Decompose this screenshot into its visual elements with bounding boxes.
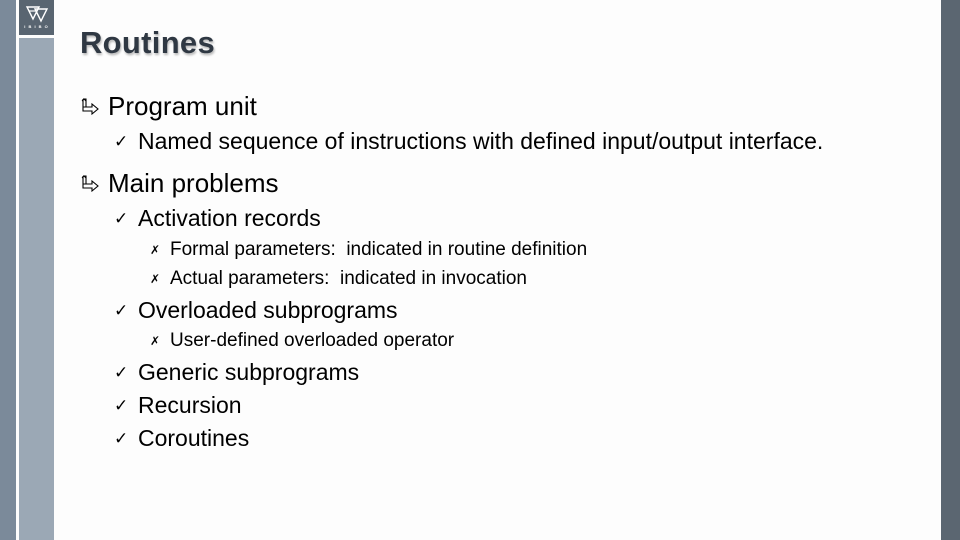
bullet-level2: ✓ Activation records — [114, 205, 321, 232]
bullet-text: Formal parameters: indicated in routine … — [170, 239, 588, 260]
left-decorative-bar — [0, 0, 16, 540]
bullet-text: Overloaded subprograms — [138, 297, 398, 323]
sidebar-decorative-bar — [19, 38, 54, 540]
right-decorative-bar — [941, 0, 960, 540]
bullet-level3: ✗ Formal parameters: indicated in routin… — [150, 239, 587, 261]
check-icon: ✓ — [114, 395, 129, 415]
hook-arrow-icon — [80, 96, 102, 118]
bullet-level2: ✓ Recursion — [114, 392, 242, 419]
cross-icon: ✗ — [150, 272, 161, 286]
bullet-text: Generic subprograms — [138, 359, 360, 385]
bullet-level1: Main problems — [80, 168, 279, 199]
bullet-text: Actual parameters: indicated in invocati… — [170, 268, 527, 289]
bullet-level3: ✗ User-defined overloaded operator — [150, 330, 454, 352]
hook-arrow-icon — [80, 173, 102, 195]
check-icon: ✓ — [114, 208, 129, 228]
check-icon: ✓ — [114, 300, 129, 320]
slide-title: Routines — [80, 25, 216, 60]
bullet-level1: Program unit — [80, 91, 257, 122]
logo: I B I B O — [19, 0, 54, 35]
bullet-text: Recursion — [138, 392, 242, 418]
bullet-text: Activation records — [138, 205, 321, 231]
cross-icon: ✗ — [150, 243, 161, 257]
bullet-level3: ✗ Actual parameters: indicated in invoca… — [150, 268, 527, 290]
bullet-level2: ✓ Generic subprograms — [114, 359, 359, 386]
bullet-level2: ✓ Overloaded subprograms — [114, 297, 398, 324]
bullet-level2: ✓ Coroutines — [114, 425, 249, 452]
bullet-text: Coroutines — [138, 425, 250, 451]
check-icon: ✓ — [114, 362, 129, 382]
bullet-text: Main problems — [108, 168, 279, 198]
logo-text: I B I B O — [24, 24, 49, 29]
cross-icon: ✗ — [150, 334, 161, 348]
bullet-level2: ✓ Named sequence of instructions with de… — [114, 128, 823, 155]
bullet-text: User-defined overloaded operator — [170, 330, 455, 351]
check-icon: ✓ — [114, 131, 129, 151]
check-icon: ✓ — [114, 428, 129, 448]
bullet-text: Named sequence of instructions with defi… — [138, 128, 824, 154]
university-logo-icon — [25, 6, 48, 23]
bullet-text: Program unit — [108, 91, 257, 121]
